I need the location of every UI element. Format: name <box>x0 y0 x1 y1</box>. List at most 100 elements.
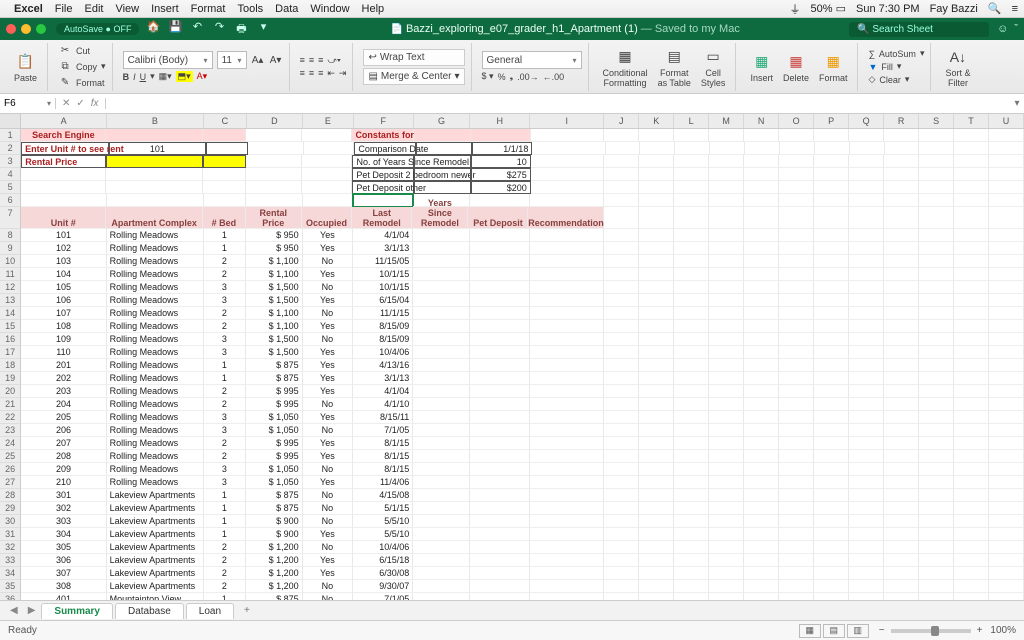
cell[interactable] <box>849 333 884 346</box>
cell[interactable]: $ 995 <box>246 450 302 463</box>
cell[interactable] <box>779 541 814 554</box>
cell[interactable] <box>710 142 745 155</box>
cell[interactable]: 3 <box>204 294 247 307</box>
cell[interactable] <box>989 207 1024 229</box>
cell[interactable] <box>674 333 709 346</box>
menu-window[interactable]: Window <box>310 3 349 15</box>
cell[interactable] <box>919 541 954 554</box>
cell[interactable] <box>884 320 919 333</box>
cell[interactable] <box>639 567 674 580</box>
cell[interactable] <box>709 502 744 515</box>
cell[interactable] <box>470 437 530 450</box>
cell[interactable] <box>814 155 849 168</box>
cell[interactable]: 3 <box>204 333 247 346</box>
cell[interactable] <box>989 489 1024 502</box>
cell[interactable] <box>530 489 604 502</box>
cell[interactable]: $ 1,100 <box>246 307 302 320</box>
cell[interactable] <box>884 489 919 502</box>
cell[interactable]: 3 <box>204 411 247 424</box>
cell[interactable] <box>709 567 744 580</box>
cell[interactable] <box>531 181 605 194</box>
cell[interactable]: $ 875 <box>246 372 302 385</box>
cell[interactable] <box>674 450 709 463</box>
row-header[interactable]: 18 <box>0 359 21 372</box>
cell[interactable] <box>954 463 989 476</box>
cell[interactable] <box>709 181 744 194</box>
cell[interactable] <box>954 307 989 320</box>
cell[interactable] <box>779 372 814 385</box>
cell[interactable]: $ 900 <box>246 528 302 541</box>
cell[interactable] <box>639 489 674 502</box>
cell[interactable] <box>604 489 639 502</box>
bold-button[interactable]: B <box>123 72 130 82</box>
cell[interactable] <box>604 268 639 281</box>
cell[interactable] <box>989 372 1024 385</box>
cell[interactable]: $ 995 <box>246 398 302 411</box>
cell[interactable] <box>884 268 919 281</box>
col-header-N[interactable]: N <box>744 114 779 128</box>
cell[interactable] <box>530 307 604 320</box>
cell[interactable] <box>674 463 709 476</box>
cell[interactable] <box>674 398 709 411</box>
cell[interactable] <box>849 346 884 359</box>
cell[interactable] <box>744 268 779 281</box>
cell[interactable] <box>919 554 954 567</box>
cell[interactable] <box>744 554 779 567</box>
cell[interactable] <box>919 411 954 424</box>
cell[interactable] <box>919 281 954 294</box>
cell[interactable] <box>709 242 744 255</box>
cell[interactable] <box>919 168 954 181</box>
cell[interactable] <box>674 528 709 541</box>
cell[interactable] <box>604 541 639 554</box>
cell[interactable] <box>604 372 639 385</box>
cell[interactable] <box>989 281 1024 294</box>
cell[interactable] <box>779 580 814 593</box>
cell[interactable] <box>246 129 302 142</box>
cell[interactable]: 203 <box>21 385 106 398</box>
cell[interactable]: 10 <box>471 155 531 168</box>
cell[interactable] <box>779 320 814 333</box>
cell[interactable]: 1 <box>204 242 247 255</box>
cell[interactable]: Constants for Formulas <box>352 129 414 142</box>
cell[interactable]: 8/15/09 <box>353 320 413 333</box>
cell[interactable] <box>884 229 919 242</box>
cell[interactable] <box>639 463 674 476</box>
cell[interactable]: $ 1,500 <box>246 281 302 294</box>
conditional-formatting-button[interactable]: ▦Conditional Formatting <box>599 46 652 88</box>
cell[interactable]: Yes <box>303 567 354 580</box>
cell[interactable] <box>779 528 814 541</box>
cell[interactable] <box>884 554 919 567</box>
cell[interactable]: Lakeview Apartments <box>107 528 204 541</box>
cell[interactable] <box>414 129 470 142</box>
col-header-H[interactable]: H <box>470 114 530 128</box>
cell[interactable] <box>106 155 203 168</box>
cell[interactable] <box>954 142 989 155</box>
row-header[interactable]: 20 <box>0 385 21 398</box>
cell[interactable]: 207 <box>21 437 106 450</box>
cell[interactable] <box>779 554 814 567</box>
cell[interactable] <box>413 489 469 502</box>
menu-tools[interactable]: Tools <box>237 3 263 15</box>
cell[interactable] <box>954 129 989 142</box>
cell[interactable] <box>849 194 884 207</box>
cell[interactable] <box>674 129 709 142</box>
col-header-B[interactable]: B <box>107 114 204 128</box>
cell[interactable] <box>470 294 530 307</box>
col-header-E[interactable]: E <box>303 114 354 128</box>
cell[interactable] <box>604 242 639 255</box>
align-middle-icon[interactable]: ≡ <box>309 55 314 65</box>
cell[interactable]: Unit # <box>21 207 106 229</box>
cell[interactable]: Yes <box>303 528 354 541</box>
cell[interactable] <box>919 567 954 580</box>
cell[interactable] <box>639 515 674 528</box>
cell[interactable]: Rolling Meadows <box>107 255 204 268</box>
cell[interactable] <box>604 580 639 593</box>
cell[interactable]: 401 <box>21 593 106 600</box>
cell[interactable] <box>849 528 884 541</box>
cell[interactable] <box>814 502 849 515</box>
cell[interactable] <box>989 307 1024 320</box>
cell[interactable]: 3 <box>204 346 247 359</box>
cell[interactable]: 11/4/06 <box>353 476 413 489</box>
border-button[interactable]: ▦▾ <box>159 71 172 82</box>
cell[interactable]: 304 <box>21 528 106 541</box>
